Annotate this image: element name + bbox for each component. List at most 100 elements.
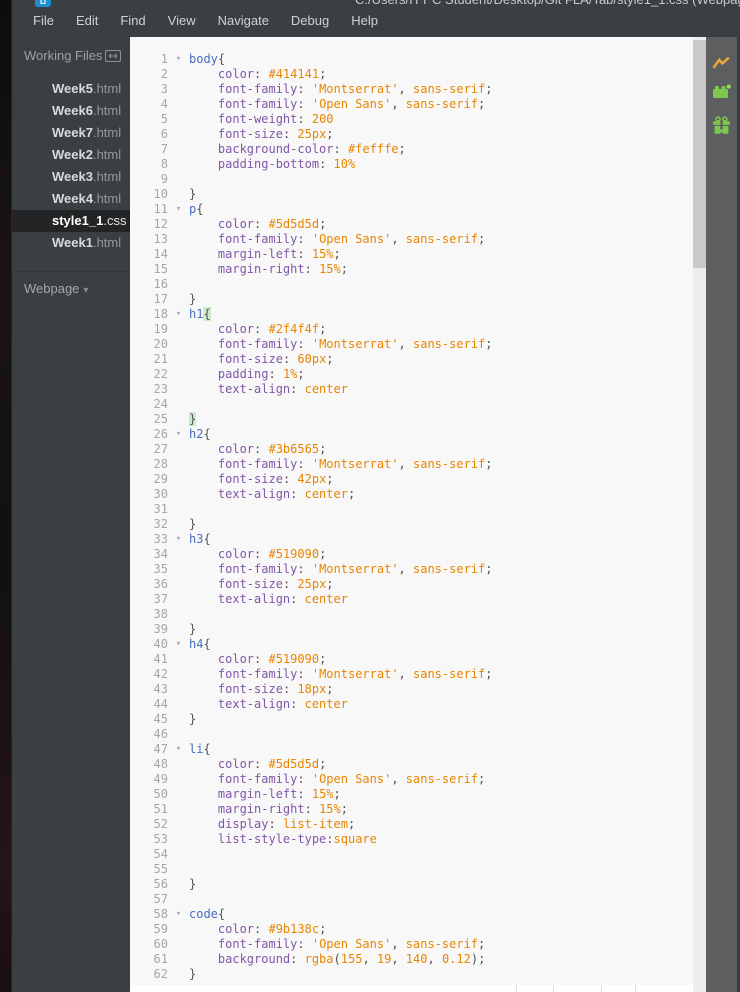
fold-arrow-icon[interactable]: ▾ [168,637,189,652]
code-line-7[interactable]: 7 background-color: #fefffe; [130,142,693,157]
menu-view[interactable]: View [157,11,207,30]
extension-manager-brick-icon[interactable] [712,82,731,101]
file-row-Week4[interactable]: Week4.html [12,188,130,210]
code-line-8[interactable]: 8 padding-bottom: 10% [130,157,693,172]
code-line-44[interactable]: 44 text-align: center [130,697,693,712]
code-line-19[interactable]: 19 color: #2f4f4f; [130,322,693,337]
code-line-38[interactable]: 38 [130,607,693,622]
vertical-scrollbar[interactable] [693,37,706,992]
code-line-61[interactable]: 61 background: rgba(155, 19, 140, 0.12); [130,952,693,967]
fold-arrow-icon[interactable]: ▾ [168,907,189,922]
project-selector[interactable]: Webpage ▾ [12,271,130,296]
code-line-3[interactable]: 3 font-family: 'Montserrat', sans-serif; [130,82,693,97]
code-line-1[interactable]: 1 ▾ body{ [130,52,693,67]
code-line-17[interactable]: 17} [130,292,693,307]
code-line-56[interactable]: 56} [130,877,693,892]
menu-help[interactable]: Help [340,11,389,30]
code-line-35[interactable]: 35 font-family: 'Montserrat', sans-serif… [130,562,693,577]
code-line-51[interactable]: 51 margin-right: 15%; [130,802,693,817]
fold-gutter [168,667,189,682]
file-row-Week1[interactable]: Week1.html [12,232,130,254]
code-line-42[interactable]: 42 font-family: 'Montserrat', sans-serif… [130,667,693,682]
code-line-49[interactable]: 49 font-family: 'Open Sans', sans-serif; [130,772,693,787]
code-line-62[interactable]: 62} [130,967,693,982]
scrollbar-thumb[interactable] [693,40,706,268]
file-row-Week7[interactable]: Week7.html [12,122,130,144]
code-line-23[interactable]: 23 text-align: center [130,382,693,397]
code-line-4[interactable]: 4 font-family: 'Open Sans', sans-serif; [130,97,693,112]
code-line-60[interactable]: 60 font-family: 'Open Sans', sans-serif; [130,937,693,952]
code-line-13[interactable]: 13 font-family: 'Open Sans', sans-serif; [130,232,693,247]
code-line-59[interactable]: 59 color: #9b138c; [130,922,693,937]
code-line-30[interactable]: 30 text-align: center; [130,487,693,502]
menu-find[interactable]: Find [109,11,156,30]
file-row-style1_1[interactable]: style1_1.css [12,210,130,232]
code-line-2[interactable]: 2 color: #414141; [130,67,693,82]
line-number: 26 [153,427,168,441]
code-line-27[interactable]: 27 color: #3b6565; [130,442,693,457]
file-row-Week3[interactable]: Week3.html [12,166,130,188]
code-line-12[interactable]: 12 color: #5d5d5d; [130,217,693,232]
menu-debug[interactable]: Debug [280,11,340,30]
fold-arrow-icon[interactable]: ▾ [168,307,189,322]
file-name: Week4 [52,191,93,206]
menu-navigate[interactable]: Navigate [207,11,280,30]
code-line-58[interactable]: 58 ▾ code{ [130,907,693,922]
fold-arrow-icon[interactable]: ▾ [168,532,189,547]
menu-file[interactable]: File [22,11,65,30]
code-line-52[interactable]: 52 display: list-item; [130,817,693,832]
code-line-53[interactable]: 53 list-style-type:square [130,832,693,847]
code-line-46[interactable]: 46 [130,727,693,742]
code-line-22[interactable]: 22 padding: 1%; [130,367,693,382]
code-line-57[interactable]: 57 [130,892,693,907]
code-line-28[interactable]: 28 font-family: 'Montserrat', sans-serif… [130,457,693,472]
code-line-9[interactable]: 9 [130,172,693,187]
code-line-36[interactable]: 36 font-size: 25px; [130,577,693,592]
code-line-37[interactable]: 37 text-align: center [130,592,693,607]
code-line-14[interactable]: 14 margin-left: 15%; [130,247,693,262]
code-line-29[interactable]: 29 font-size: 42px; [130,472,693,487]
fold-arrow-icon[interactable]: ▾ [168,52,189,67]
code-line-47[interactable]: 47 ▾ li{ [130,742,693,757]
code-line-50[interactable]: 50 margin-left: 15%; [130,787,693,802]
code-line-16[interactable]: 16 [130,277,693,292]
code-line-45[interactable]: 45} [130,712,693,727]
code-text: margin-left: 15%; [217,787,341,801]
code-line-21[interactable]: 21 font-size: 60px; [130,352,693,367]
code-line-5[interactable]: 5 font-weight: 200 [130,112,693,127]
code-line-54[interactable]: 54 [130,847,693,862]
code-editor[interactable]: 1 ▾ body{2 color: #414141; 3 font-family: '… [130,37,693,985]
code-line-10[interactable]: 10} [130,187,693,202]
code-line-24[interactable]: 24 [130,397,693,412]
code-line-55[interactable]: 55 [130,862,693,877]
menu-edit[interactable]: Edit [65,11,109,30]
code-line-20[interactable]: 20 font-family: 'Montserrat', sans-serif… [130,337,693,352]
horizontal-split-icon[interactable] [105,49,121,62]
code-line-25[interactable]: 25} [130,412,693,427]
code-line-31[interactable]: 31 [130,502,693,517]
code-line-26[interactable]: 26 ▾ h2{ [130,427,693,442]
line-number: 19 [153,322,168,336]
file-row-Week6[interactable]: Week6.html [12,100,130,122]
fold-arrow-icon[interactable]: ▾ [168,427,189,442]
code-line-11[interactable]: 11 ▾ p{ [130,202,693,217]
code-line-15[interactable]: 15 margin-right: 15%; [130,262,693,277]
code-line-39[interactable]: 39} [130,622,693,637]
code-line-40[interactable]: 40 ▾ h4{ [130,637,693,652]
code-line-33[interactable]: 33 ▾ h3{ [130,532,693,547]
line-number: 34 [153,547,168,561]
fold-arrow-icon[interactable]: ▾ [168,202,189,217]
code-text: margin-right: 15%; [217,262,348,276]
code-line-18[interactable]: 18 ▾ h1{ [130,307,693,322]
gift-extension-icon[interactable] [712,116,731,135]
code-line-6[interactable]: 6 font-size: 25px; [130,127,693,142]
code-line-34[interactable]: 34 color: #519090; [130,547,693,562]
file-row-Week5[interactable]: Week5.html [12,78,130,100]
fold-arrow-icon[interactable]: ▾ [168,742,189,757]
code-line-48[interactable]: 48 color: #5d5d5d; [130,757,693,772]
code-line-43[interactable]: 43 font-size: 18px; [130,682,693,697]
code-line-41[interactable]: 41 color: #519090; [130,652,693,667]
live-preview-lightning-icon[interactable] [712,54,731,73]
file-row-Week2[interactable]: Week2.html [12,144,130,166]
code-line-32[interactable]: 32} [130,517,693,532]
